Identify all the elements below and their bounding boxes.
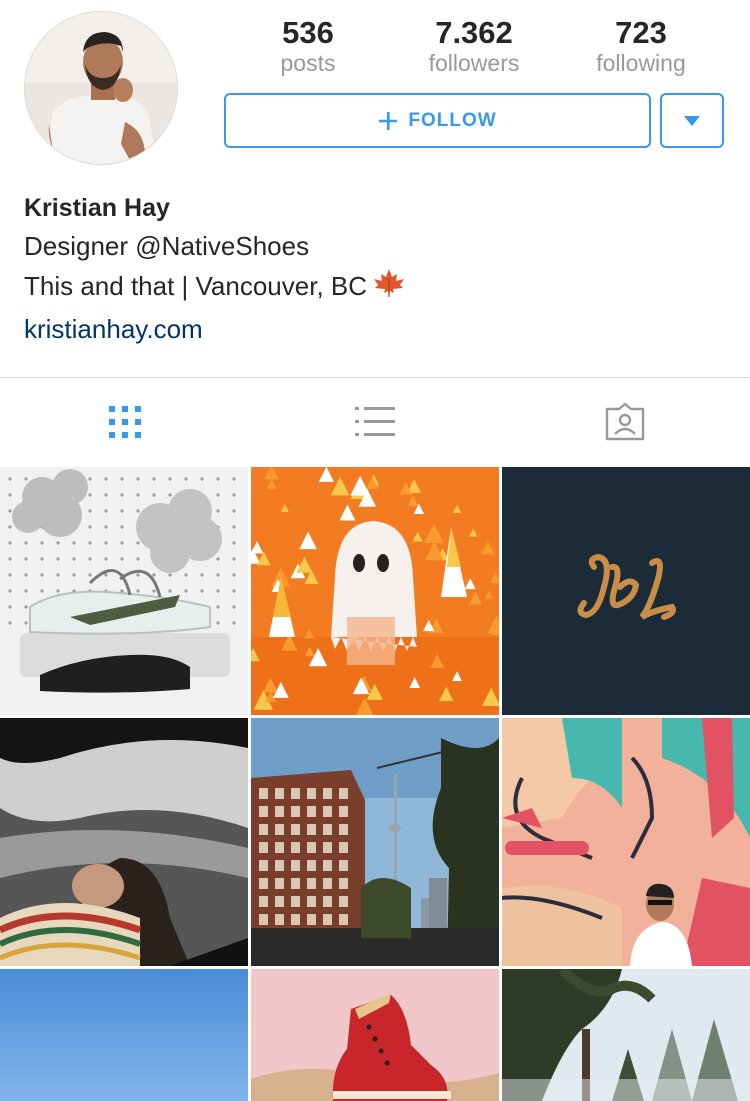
portrait-blanket-photo xyxy=(0,718,248,966)
profile-view-tabs xyxy=(0,377,750,466)
post-candy-corn-ghost[interactable] xyxy=(251,467,499,715)
tagged-icon xyxy=(605,402,645,441)
profile-bio: Kristian Hay Designer @NativeShoes This … xyxy=(24,190,724,349)
tab-tagged-photos[interactable] xyxy=(500,378,750,466)
tab-grid-view[interactable] xyxy=(0,378,250,466)
post-forest-trees[interactable] xyxy=(502,969,750,1101)
follow-button[interactable]: FOLLOW xyxy=(224,93,651,148)
profile-stats: 536 posts 7.362 followers 723 following xyxy=(224,15,724,77)
suggested-accounts-toggle[interactable] xyxy=(660,93,724,148)
posts-label: posts xyxy=(280,50,336,76)
followers-label: followers xyxy=(428,50,520,76)
post-portrait-blanket[interactable] xyxy=(0,718,248,966)
following-count: 723 xyxy=(615,15,667,50)
maple-leaf-icon xyxy=(373,268,405,309)
posts-count: 536 xyxy=(282,15,334,50)
posts-grid xyxy=(0,467,750,1101)
profile-website-link[interactable]: kristianhay.com xyxy=(24,309,724,349)
city-street-tower-photo xyxy=(251,718,499,966)
stat-following[interactable]: 723 following xyxy=(561,15,721,77)
tab-list-view[interactable] xyxy=(250,378,500,466)
post-kh-monogram[interactable] xyxy=(502,467,750,715)
shoe-on-pegboard-photo xyxy=(0,467,248,715)
following-label: following xyxy=(596,50,686,76)
post-blue-sky[interactable] xyxy=(0,969,248,1101)
candy-corn-ghost-photo xyxy=(251,467,499,715)
post-shoe-on-pegboard[interactable] xyxy=(0,467,248,715)
caret-down-icon xyxy=(684,115,700,126)
forest-trees-photo xyxy=(502,969,750,1101)
kh-monogram-photo xyxy=(502,467,750,715)
follow-button-label: FOLLOW xyxy=(408,109,497,131)
bio-line-2: This and that | Vancouver, BC xyxy=(24,271,368,301)
blue-sky-photo xyxy=(0,969,248,1101)
plus-icon xyxy=(379,111,398,130)
post-city-street-tower[interactable] xyxy=(251,718,499,966)
avatar-image xyxy=(25,12,177,164)
post-mural-selfie[interactable] xyxy=(502,718,750,966)
bio-line-1: Designer @NativeShoes xyxy=(24,231,310,261)
followers-count: 7.362 xyxy=(435,15,513,50)
bio-line-2-row: This and that | Vancouver, BC xyxy=(24,266,724,309)
list-icon xyxy=(355,407,395,436)
post-red-boot[interactable] xyxy=(251,969,499,1101)
mural-selfie-photo xyxy=(502,718,750,966)
stat-followers[interactable]: 7.362 followers xyxy=(394,15,554,77)
profile-avatar[interactable] xyxy=(24,11,178,165)
red-boot-photo xyxy=(251,969,499,1101)
profile-name: Kristian Hay xyxy=(24,194,170,222)
grid-icon xyxy=(109,406,141,438)
stat-posts[interactable]: 536 posts xyxy=(228,15,388,77)
